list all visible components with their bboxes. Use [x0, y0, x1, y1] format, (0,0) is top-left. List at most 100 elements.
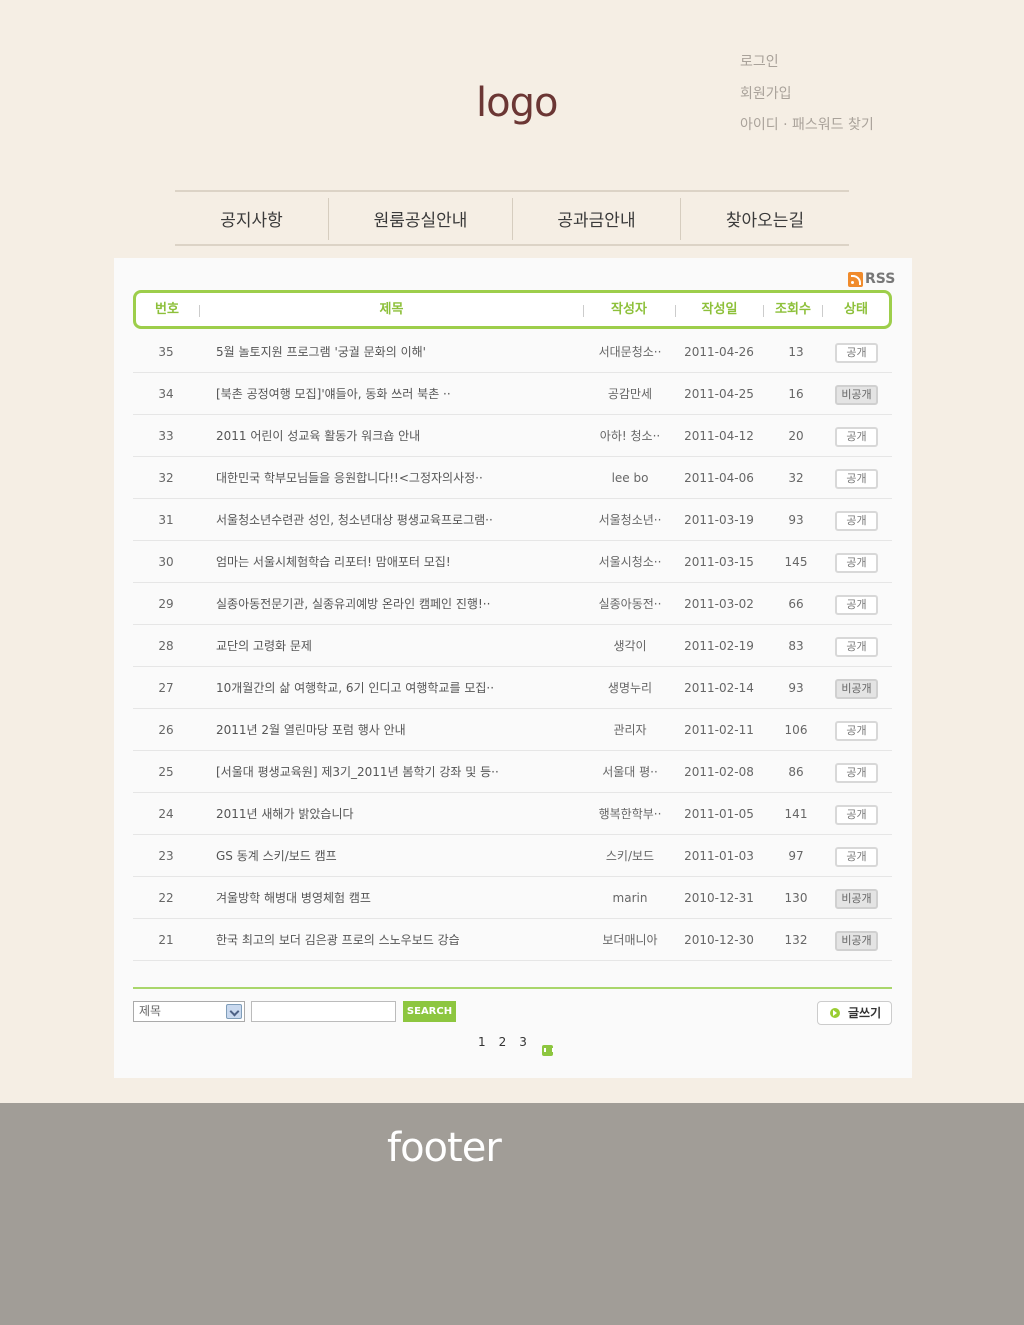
row-number: 23: [158, 849, 174, 863]
table-row[interactable]: 33 2011 어린이 성교육 활동가 워크숍 안내 아하! 청소·· 2011…: [133, 415, 892, 457]
row-author: 서울청소년··: [598, 513, 662, 527]
row-author: 보더매니아: [602, 933, 658, 947]
table-row[interactable]: 29 실종아동전문기관, 실종유괴예방 온라인 캠페인 진행!·· 실종아동전·…: [133, 583, 892, 625]
row-author: 관리자: [613, 723, 647, 737]
table-row[interactable]: 25 [서울대 평생교육원] 제3기_2011년 봄학기 강좌 및 등·· 서울…: [133, 751, 892, 793]
row-date: 2011-03-19: [684, 513, 754, 527]
signup-link[interactable]: 회원가입: [740, 84, 874, 116]
table-row[interactable]: 21 한국 최고의 보더 김은광 프로의 스노우보드 강습 보더매니아 2010…: [133, 919, 892, 961]
row-views: 130: [784, 891, 808, 905]
row-date: 2011-03-15: [684, 555, 754, 569]
status-badge: 비공개: [835, 889, 878, 909]
row-views: 83: [788, 639, 804, 653]
table-row[interactable]: 28 교단의 고령화 문제 생각이 2011-02-19 83 공개: [133, 625, 892, 667]
footer-logo: footer: [387, 1125, 502, 1171]
row-date: 2011-04-25: [684, 387, 754, 401]
table-row[interactable]: 23 GS 동계 스키/보드 캠프 스키/보드 2011-01-03 97 공개: [133, 835, 892, 877]
row-title-link[interactable]: GS 동계 스키/보드 캠프: [216, 835, 546, 877]
find-id-password-link[interactable]: 아이디 · 패스워드 찾기: [740, 115, 874, 147]
row-views: 20: [788, 429, 804, 443]
table-row[interactable]: 30 엄마는 서울시체험학습 리포터! 맘애포터 모집! 서울시청소·· 201…: [133, 541, 892, 583]
row-number: 28: [158, 639, 174, 653]
table-header: 번호 제목 작성자 작성일 조회수 상태: [133, 290, 892, 329]
row-number: 25: [158, 765, 174, 779]
row-author: marin: [612, 891, 648, 905]
write-button-label: 글쓰기: [848, 1006, 882, 1020]
row-views: 16: [788, 387, 804, 401]
nav-item-directions[interactable]: 찾아오는길: [681, 192, 849, 244]
row-title-link[interactable]: 대한민국 학부모님들을 응원합니다!!<그정자의사정··: [216, 457, 546, 499]
row-author: 행복한학부··: [598, 807, 662, 821]
row-title-link[interactable]: 한국 최고의 보더 김은광 프로의 스노우보드 강습: [216, 919, 546, 961]
column-header-views: 조회수: [775, 302, 811, 317]
row-date: 2011-02-14: [684, 681, 754, 695]
row-date: 2010-12-30: [684, 933, 754, 947]
login-link[interactable]: 로그인: [740, 52, 874, 84]
status-badge: 비공개: [835, 385, 878, 405]
status-badge: 공개: [835, 343, 878, 363]
table-row[interactable]: 32 대한민국 학부모님들을 응원합니다!!<그정자의사정·· lee bo 2…: [133, 457, 892, 499]
table-row[interactable]: 27 10개월간의 삶 여행학교, 6기 인디고 여행학교를 모집·· 생명누리…: [133, 667, 892, 709]
page-link[interactable]: 3: [519, 1035, 527, 1056]
row-views: 93: [788, 681, 804, 695]
nav-item-vacancy[interactable]: 원룸공실안내: [329, 192, 512, 244]
row-title-link[interactable]: 2011 어린이 성교육 활동가 워크숍 안내: [216, 415, 546, 457]
table-row[interactable]: 26 2011년 2월 열린마당 포럼 행사 안내 관리자 2011-02-11…: [133, 709, 892, 751]
rss-link[interactable]: RSS: [848, 271, 895, 287]
row-date: 2011-03-02: [684, 597, 754, 611]
arrow-circle-icon: [830, 1008, 840, 1018]
footer: footer: [0, 1103, 1024, 1325]
row-views: 32: [788, 471, 804, 485]
column-header-author: 작성자: [611, 302, 647, 317]
status-badge: 공개: [835, 595, 878, 615]
row-number: 22: [158, 891, 174, 905]
status-badge: 공개: [835, 553, 878, 573]
row-views: 13: [788, 345, 804, 359]
table-row[interactable]: 31 서울청소년수련관 성인, 청소년대상 평생교육프로그램·· 서울청소년··…: [133, 499, 892, 541]
row-author: 서울시청소··: [598, 555, 662, 569]
status-badge: 공개: [835, 637, 878, 657]
row-author: 생명누리: [607, 681, 653, 695]
page-link[interactable]: 1: [478, 1035, 486, 1056]
row-date: 2011-04-12: [684, 429, 754, 443]
rss-label: RSS: [865, 271, 896, 287]
row-author: lee bo: [611, 471, 649, 485]
row-title-link[interactable]: 2011년 새해가 밝았습니다: [216, 793, 546, 835]
table-row[interactable]: 34 [북촌 공정여행 모집]'얘들아, 동화 쓰러 북촌 ·· 공감만세 20…: [133, 373, 892, 415]
row-number: 26: [158, 723, 174, 737]
row-title-link[interactable]: [북촌 공정여행 모집]'얘들아, 동화 쓰러 북촌 ··: [216, 373, 546, 415]
row-date: 2011-02-11: [684, 723, 754, 737]
row-title-link[interactable]: [서울대 평생교육원] 제3기_2011년 봄학기 강좌 및 등··: [216, 751, 546, 793]
row-date: 2011-02-19: [684, 639, 754, 653]
search-button[interactable]: SEARCH: [403, 1001, 456, 1022]
site-logo[interactable]: logo: [476, 80, 558, 126]
status-badge: 공개: [835, 511, 878, 531]
row-author: 서울대 평··: [602, 765, 658, 779]
row-title-link[interactable]: 겨울방학 해병대 병영체험 캠프: [216, 877, 546, 919]
table-row[interactable]: 35 5월 놀토지원 프로그램 '궁궐 문화의 이해' 서대문청소·· 2011…: [133, 331, 892, 373]
table-row[interactable]: 24 2011년 새해가 밝았습니다 행복한학부·· 2011-01-05 14…: [133, 793, 892, 835]
write-button[interactable]: 글쓰기: [817, 1001, 892, 1025]
row-title-link[interactable]: 엄마는 서울시체험학습 리포터! 맘애포터 모집!: [216, 541, 546, 583]
status-badge: 공개: [835, 469, 878, 489]
row-title-link[interactable]: 교단의 고령화 문제: [216, 625, 546, 667]
page-link[interactable]: 2: [499, 1035, 507, 1056]
nav-item-notice[interactable]: 공지사항: [175, 192, 328, 244]
row-title-link[interactable]: 서울청소년수련관 성인, 청소년대상 평생교육프로그램··: [216, 499, 546, 541]
main-nav: 공지사항 원룸공실안내 공과금안내 찾아오는길: [175, 190, 849, 246]
nav-item-utilities[interactable]: 공과금안내: [513, 192, 680, 244]
row-title-link[interactable]: 10개월간의 삶 여행학교, 6기 인디고 여행학교를 모집··: [216, 667, 546, 709]
search-field-select[interactable]: 제목: [133, 1001, 245, 1022]
status-badge: 비공개: [835, 679, 878, 699]
row-title-link[interactable]: 2011년 2월 열린마당 포럼 행사 안내: [216, 709, 546, 751]
row-number: 33: [158, 429, 174, 443]
row-number: 31: [158, 513, 174, 527]
row-author: 공감만세: [607, 387, 653, 401]
chevron-down-icon[interactable]: [226, 1004, 242, 1019]
row-title-link[interactable]: 5월 놀토지원 프로그램 '궁궐 문화의 이해': [216, 331, 546, 373]
row-views: 145: [784, 555, 808, 569]
table-row[interactable]: 22 겨울방학 해병대 병영체험 캠프 marin 2010-12-31 130…: [133, 877, 892, 919]
next-page-icon[interactable]: [541, 1045, 554, 1056]
row-title-link[interactable]: 실종아동전문기관, 실종유괴예방 온라인 캠페인 진행!··: [216, 583, 546, 625]
search-input[interactable]: [251, 1001, 396, 1022]
